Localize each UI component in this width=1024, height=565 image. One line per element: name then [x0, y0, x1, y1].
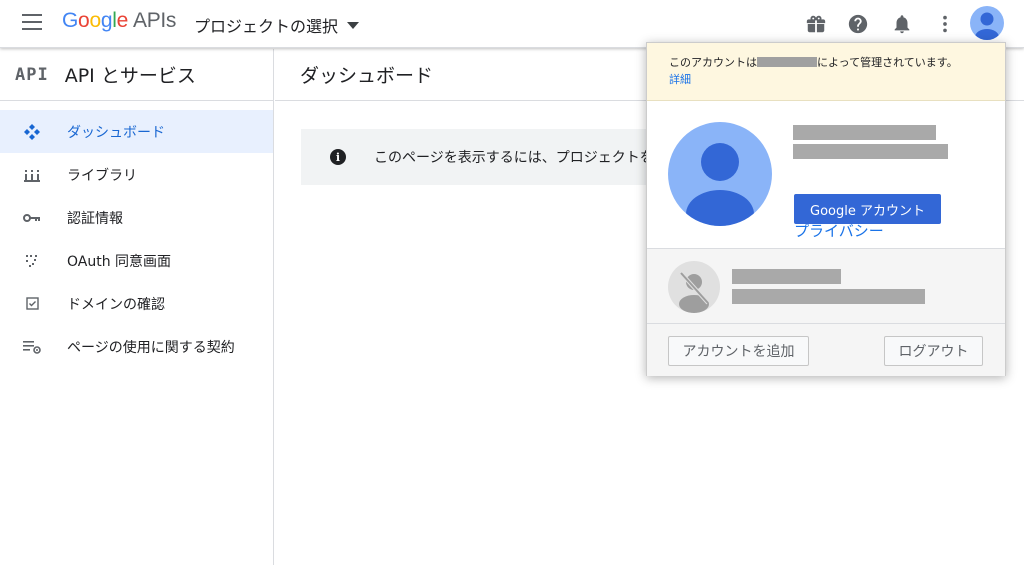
gift-icon[interactable]	[805, 13, 827, 35]
logout-button[interactable]: ログアウト	[884, 336, 983, 366]
account-avatar-large	[668, 122, 772, 226]
managed-account-notice: このアカウントは によって管理されています。 詳細	[647, 43, 1005, 101]
sidebar-item-label: OAuth 同意画面	[67, 253, 172, 270]
project-select-dropdown[interactable]: プロジェクトの選択	[194, 13, 360, 37]
popup-footer: アカウントを追加 ログアウト	[647, 324, 1005, 376]
top-app-bar: Google APIs プロジェクトの選択	[0, 0, 1024, 48]
person-off-icon	[679, 271, 710, 313]
sidebar-item-label: ページの使用に関する契約	[67, 339, 235, 356]
google-apis-logo[interactable]: Google APIs	[62, 9, 176, 33]
sidebar-item-label: ドメインの確認	[67, 296, 165, 313]
settings-list-icon	[20, 338, 44, 356]
sidebar: API API とサービス ダッシュボード ライブラリ 認証情報 OAuth 同…	[0, 49, 274, 565]
library-icon	[20, 166, 44, 184]
caret-down-icon	[347, 21, 360, 29]
menu-icon[interactable]	[22, 14, 42, 32]
oauth-icon	[20, 252, 44, 270]
sidebar-title: API とサービス	[64, 65, 196, 87]
account-avatar-button[interactable]	[970, 6, 1004, 40]
redacted-account-email	[793, 144, 948, 159]
account-popup: このアカウントは によって管理されています。 詳細 プライバシー Google ア…	[646, 42, 1006, 376]
more-vert-icon[interactable]	[934, 13, 956, 35]
checkbox-icon	[20, 295, 44, 313]
sidebar-item-domain-verification[interactable]: ドメインの確認	[0, 282, 273, 325]
key-icon	[20, 209, 44, 227]
help-icon[interactable]	[847, 13, 869, 35]
redacted-org-name	[757, 57, 817, 67]
info-icon: i	[330, 149, 346, 165]
google-account-button[interactable]: Google アカウント	[794, 194, 941, 224]
sidebar-item-page-usage-agreements[interactable]: ページの使用に関する契約	[0, 325, 273, 368]
person-icon	[975, 12, 999, 40]
sidebar-item-label: 認証情報	[67, 210, 123, 227]
sidebar-item-label: ダッシュボード	[67, 124, 165, 141]
redacted-account-name	[793, 125, 936, 140]
sidebar-item-library[interactable]: ライブラリ	[0, 153, 273, 196]
current-account-section: プライバシー	[647, 101, 1005, 249]
sidebar-item-label: ライブラリ	[67, 167, 137, 184]
sidebar-item-credentials[interactable]: 認証情報	[0, 196, 273, 239]
sidebar-header: API API とサービス	[0, 49, 273, 101]
add-account-button[interactable]: アカウントを追加	[668, 336, 809, 366]
api-badge-icon: API	[15, 64, 49, 85]
info-text: このページを表示するには、プロジェクトを	[374, 150, 654, 166]
signed-out-avatar	[668, 261, 720, 313]
redacted-other-account-email	[732, 289, 925, 304]
redacted-other-account-name	[732, 269, 841, 284]
other-account-item[interactable]	[647, 249, 1005, 324]
details-link[interactable]: 詳細	[669, 71, 983, 88]
bell-icon[interactable]	[891, 13, 913, 35]
page-title: ダッシュボード	[300, 65, 434, 87]
dashboard-icon	[20, 123, 44, 141]
project-select-label: プロジェクトの選択	[194, 17, 339, 36]
sidebar-nav: ダッシュボード ライブラリ 認証情報 OAuth 同意画面 ドメインの確認 ペー…	[0, 110, 273, 368]
sidebar-item-oauth-consent[interactable]: OAuth 同意画面	[0, 239, 273, 282]
person-icon	[686, 143, 754, 226]
sidebar-item-dashboard[interactable]: ダッシュボード	[0, 110, 273, 153]
